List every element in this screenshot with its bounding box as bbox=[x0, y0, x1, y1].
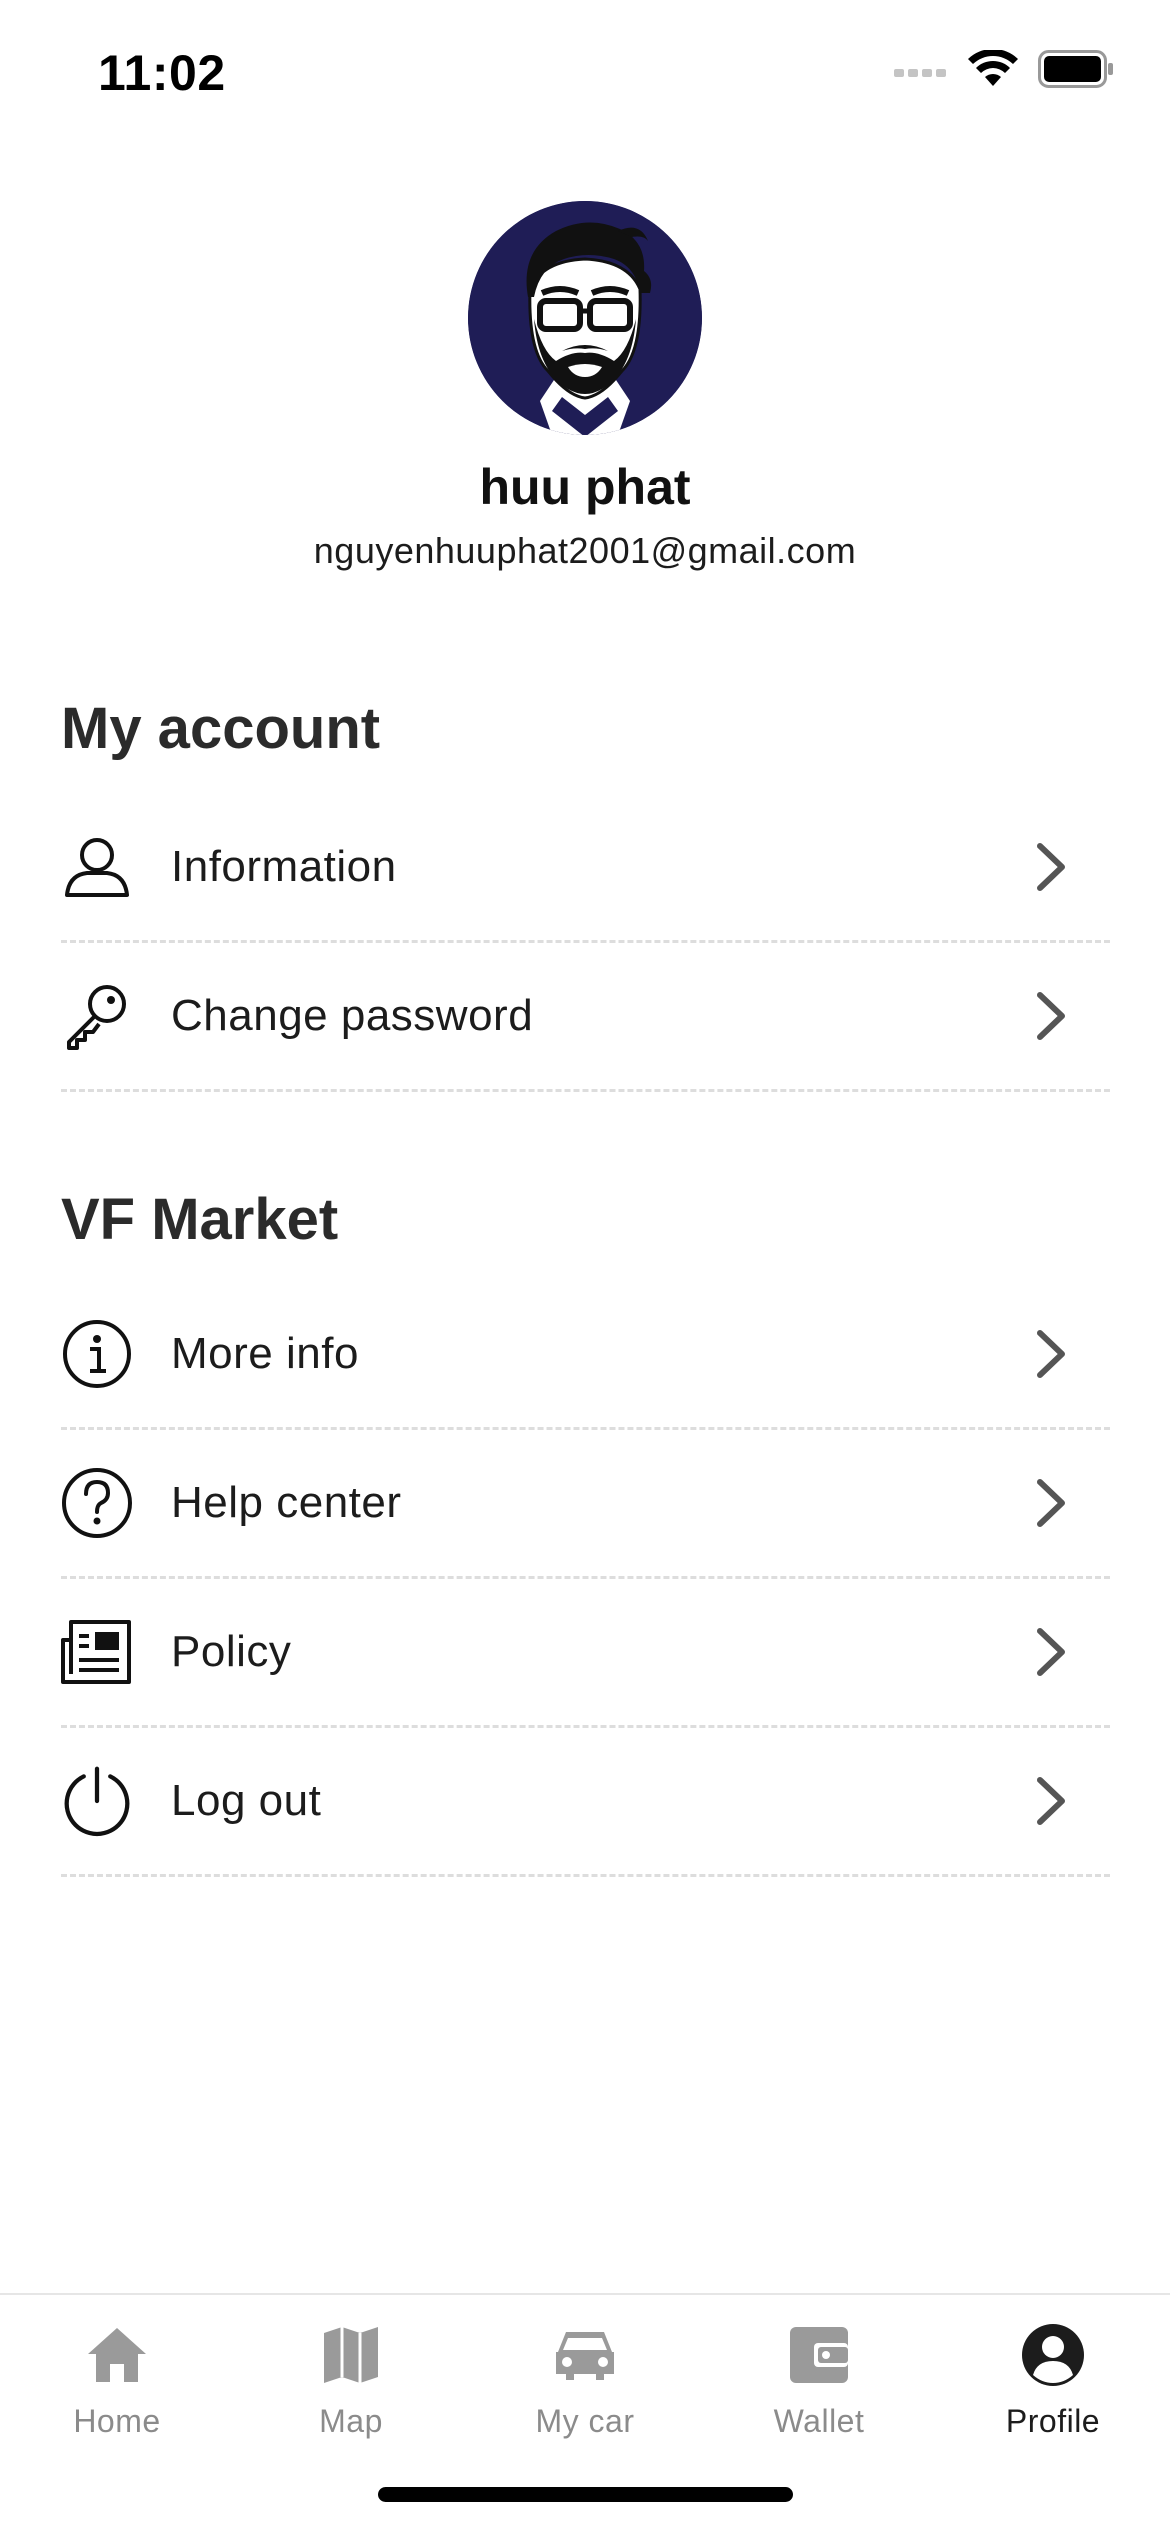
chevron-right-icon bbox=[1032, 1776, 1072, 1826]
menu-label: Log out bbox=[171, 1776, 322, 1825]
user-icon bbox=[61, 831, 133, 903]
section-title-vf-market: VF Market bbox=[61, 1187, 339, 1252]
wifi-icon bbox=[968, 48, 1018, 93]
key-icon bbox=[61, 980, 133, 1052]
menu-label: Information bbox=[171, 842, 397, 891]
tab-map[interactable]: Map bbox=[234, 2295, 468, 2465]
home-indicator[interactable] bbox=[378, 2487, 793, 2502]
tab-label: Map bbox=[319, 2403, 383, 2439]
chevron-right-icon bbox=[1032, 991, 1072, 1041]
menu-item-log-out[interactable]: Log out bbox=[61, 1728, 1110, 1877]
tab-wallet[interactable]: Wallet bbox=[702, 2295, 936, 2465]
menu-label: Policy bbox=[171, 1627, 292, 1676]
power-icon bbox=[61, 1765, 133, 1837]
chevron-right-icon bbox=[1032, 842, 1072, 892]
tab-home[interactable]: Home bbox=[0, 2295, 234, 2465]
tab-my-car[interactable]: My car bbox=[468, 2295, 702, 2465]
profile-name: huu phat bbox=[479, 459, 691, 515]
battery-icon bbox=[1038, 50, 1114, 93]
status-bar: 11:02 bbox=[0, 0, 1170, 150]
menu-item-help-center[interactable]: Help center bbox=[61, 1430, 1110, 1579]
chevron-right-icon bbox=[1032, 1627, 1072, 1677]
home-icon bbox=[83, 2321, 151, 2389]
tab-label: Profile bbox=[1005, 2403, 1101, 2439]
my-account-menu: Information Change password bbox=[61, 794, 1110, 1092]
section-title-my-account: My account bbox=[61, 696, 381, 761]
status-time: 11:02 bbox=[98, 45, 226, 101]
chevron-right-icon bbox=[1032, 1329, 1072, 1379]
map-icon bbox=[317, 2321, 385, 2389]
policy-icon bbox=[61, 1616, 133, 1688]
tab-label: Wallet bbox=[773, 2403, 865, 2439]
menu-item-change-password[interactable]: Change password bbox=[61, 943, 1110, 1092]
info-icon bbox=[61, 1318, 133, 1390]
menu-item-information[interactable]: Information bbox=[61, 794, 1110, 943]
menu-label: More info bbox=[171, 1329, 359, 1378]
avatar-illustration bbox=[468, 201, 702, 435]
vf-market-menu: More info Help center Policy Log out bbox=[61, 1281, 1110, 1877]
cellular-signal-icon bbox=[894, 59, 948, 84]
tab-profile[interactable]: Profile bbox=[936, 2295, 1170, 2465]
menu-label: Help center bbox=[171, 1478, 402, 1527]
profile-email: nguyenhuuphat2001@gmail.com bbox=[313, 530, 857, 571]
menu-label: Change password bbox=[171, 991, 534, 1040]
menu-item-more-info[interactable]: More info bbox=[61, 1281, 1110, 1430]
status-icons bbox=[894, 48, 1114, 93]
tab-label: My car bbox=[535, 2403, 635, 2439]
car-icon bbox=[551, 2321, 619, 2389]
profile-icon bbox=[1019, 2321, 1087, 2389]
avatar[interactable] bbox=[468, 201, 702, 435]
wallet-icon bbox=[785, 2321, 853, 2389]
help-icon bbox=[61, 1467, 133, 1539]
chevron-right-icon bbox=[1032, 1478, 1072, 1528]
menu-item-policy[interactable]: Policy bbox=[61, 1579, 1110, 1728]
tab-label: Home bbox=[73, 2403, 161, 2439]
